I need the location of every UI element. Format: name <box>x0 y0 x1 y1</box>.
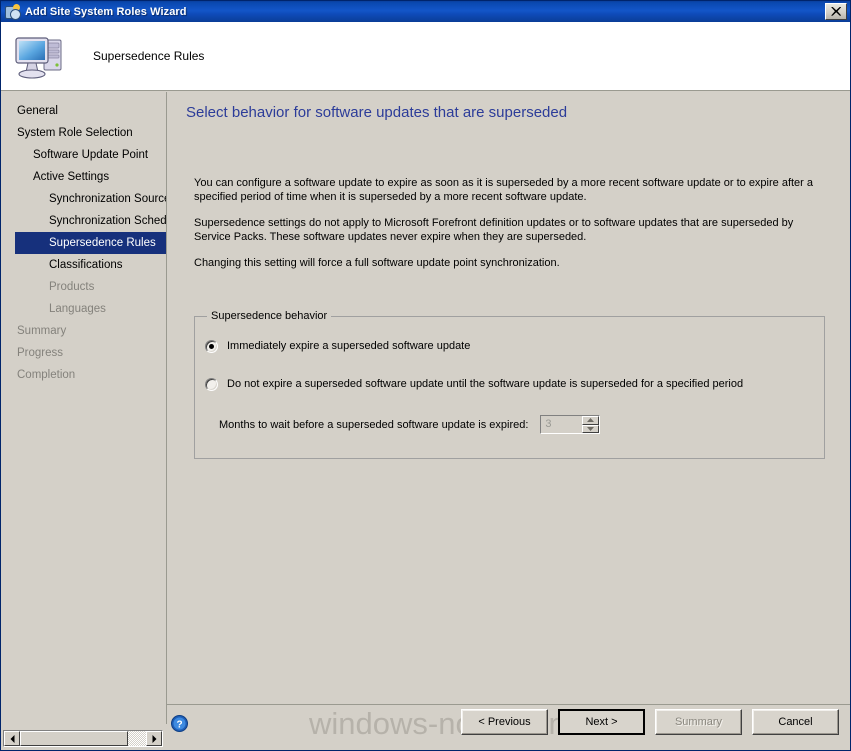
window-title: Add Site System Roles Wizard <box>25 5 187 18</box>
arrow-left-icon[interactable] <box>4 731 20 746</box>
stepper-buttons <box>582 416 600 433</box>
sidebar-item-synchronization-source[interactable]: Synchronization Source <box>1 188 166 210</box>
cancel-button[interactable]: Cancel <box>752 709 839 735</box>
wizard-content: Select behavior for software updates tha… <box>167 92 850 704</box>
sidebar-item-summary: Summary <box>17 325 67 337</box>
sidebar-item-system-role-selection[interactable]: System Role Selection <box>1 122 166 144</box>
computer-icon <box>13 31 67 81</box>
description-paragraph-2: Supersedence settings do not apply to Mi… <box>194 217 794 243</box>
sidebar-footer-strip <box>1 724 167 750</box>
sidebar-item-general[interactable]: General <box>1 100 166 122</box>
page-title: Supersedence Rules <box>93 49 205 63</box>
sidebar-horizontal-scrollbar[interactable] <box>3 730 163 747</box>
sidebar-item-classifications[interactable]: Classifications <box>1 254 166 276</box>
next-button[interactable]: Next > <box>558 709 645 735</box>
radio-label-immediately-expire: Immediately expire a superseded software… <box>227 340 471 352</box>
scrollbar-thumb[interactable] <box>20 731 128 746</box>
spinner-up-icon[interactable] <box>582 416 600 425</box>
radio-button-icon-selected[interactable] <box>205 340 218 353</box>
arrow-right-icon[interactable] <box>146 731 162 746</box>
content-heading: Select behavior for software updates tha… <box>186 104 568 121</box>
scrollbar-track[interactable] <box>20 731 146 746</box>
description-paragraph-1: You can configure a software update to e… <box>194 177 814 203</box>
months-to-wait-label: Months to wait before a superseded softw… <box>219 418 529 431</box>
radio-button-icon-unselected[interactable] <box>205 378 218 391</box>
footer-buttons: < Previous Next > Summary Cancel <box>461 709 839 735</box>
help-icon[interactable]: ? <box>171 715 188 732</box>
previous-button[interactable]: < Previous <box>461 709 548 735</box>
radio-immediately-expire[interactable]: Immediately expire a superseded software… <box>205 339 470 353</box>
months-value[interactable]: 3 <box>541 416 582 433</box>
sidebar-item-software-update-point[interactable]: Software Update Point <box>1 144 166 166</box>
wizard-header: Supersedence Rules <box>1 22 850 91</box>
wizard-window: Add Site System Roles Wizard Supersedenc… <box>0 0 851 751</box>
months-stepper[interactable]: 3 <box>540 415 601 434</box>
radio-do-not-expire[interactable]: Do not expire a superseded software upda… <box>205 377 743 391</box>
sidebar-item-synchronization-schedule[interactable]: Synchronization Schedule <box>1 210 166 232</box>
groupbox-legend: Supersedence behavior <box>207 310 332 322</box>
supersedence-behavior-groupbox: Supersedence behavior Immediately expire… <box>194 310 825 459</box>
months-to-wait-row: Months to wait before a superseded softw… <box>219 415 601 434</box>
spinner-down-icon[interactable] <box>582 424 600 433</box>
title-bar: Add Site System Roles Wizard <box>1 1 850 22</box>
sidebar-item-progress: Progress <box>17 347 64 359</box>
sidebar-item-completion: Completion <box>17 369 76 381</box>
close-icon[interactable] <box>825 3 847 20</box>
sidebar-item-products: Products <box>49 281 95 293</box>
sidebar-item-active-settings[interactable]: Active Settings <box>1 166 166 188</box>
sidebar-item-languages: Languages <box>49 303 106 315</box>
wizard-gear-icon <box>5 3 21 20</box>
sidebar-item-supersedence-rules[interactable]: Supersedence Rules <box>15 232 166 254</box>
svg-text:?: ? <box>176 719 182 730</box>
summary-button: Summary <box>655 709 742 735</box>
radio-label-do-not-expire: Do not expire a superseded software upda… <box>227 378 744 390</box>
description-paragraph-3: Changing this setting will force a full … <box>194 257 560 269</box>
wizard-steps-sidebar: General System Role Selection Software U… <box>1 92 166 726</box>
wizard-footer: ? < Previous Next > Summary Cancel <box>167 705 850 750</box>
